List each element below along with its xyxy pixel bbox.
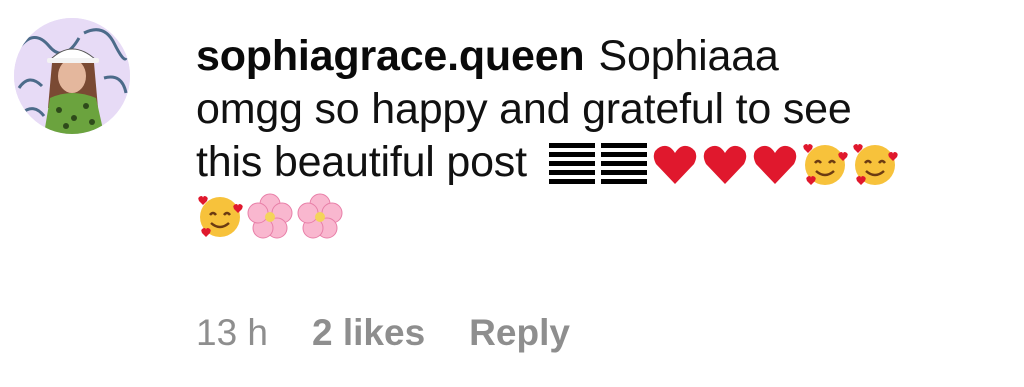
cherry-blossom-icon — [296, 193, 344, 241]
smiling-face-with-hearts-icon — [801, 141, 849, 189]
red-heart-icon — [651, 142, 699, 188]
red-heart-icon — [701, 142, 749, 188]
reply-button[interactable]: Reply — [469, 312, 570, 354]
smiling-face-with-hearts-icon — [196, 193, 244, 241]
profile-avatar-icon[interactable] — [14, 18, 130, 134]
cherry-blossom-icon — [246, 193, 294, 241]
comment-text-line2: omgg so happy and grateful to see — [196, 85, 852, 133]
red-heart-icon — [751, 142, 799, 188]
comment-text: sophiagrace.queen Sophiaaa omgg so happy … — [196, 30, 1008, 189]
smiling-face-with-hearts-icon — [851, 141, 899, 189]
comment-text-line1: Sophiaaa — [598, 32, 779, 80]
comment: sophiagrace.queen Sophiaaa omgg so happy … — [0, 0, 1024, 387]
comment-text-line3: this beautiful post — [196, 138, 527, 186]
emoji-row — [196, 193, 1008, 241]
comment-timestamp[interactable]: 13 h — [196, 312, 268, 354]
comment-username[interactable]: sophiagrace.queen — [196, 32, 585, 80]
comment-meta: 13 h 2 likes Reply — [196, 312, 570, 354]
comment-body: sophiagrace.queen Sophiaaa omgg so happy … — [196, 30, 1008, 241]
comment-likes-count[interactable]: 2 likes — [312, 312, 425, 354]
flag-stripes-icon — [548, 141, 649, 189]
